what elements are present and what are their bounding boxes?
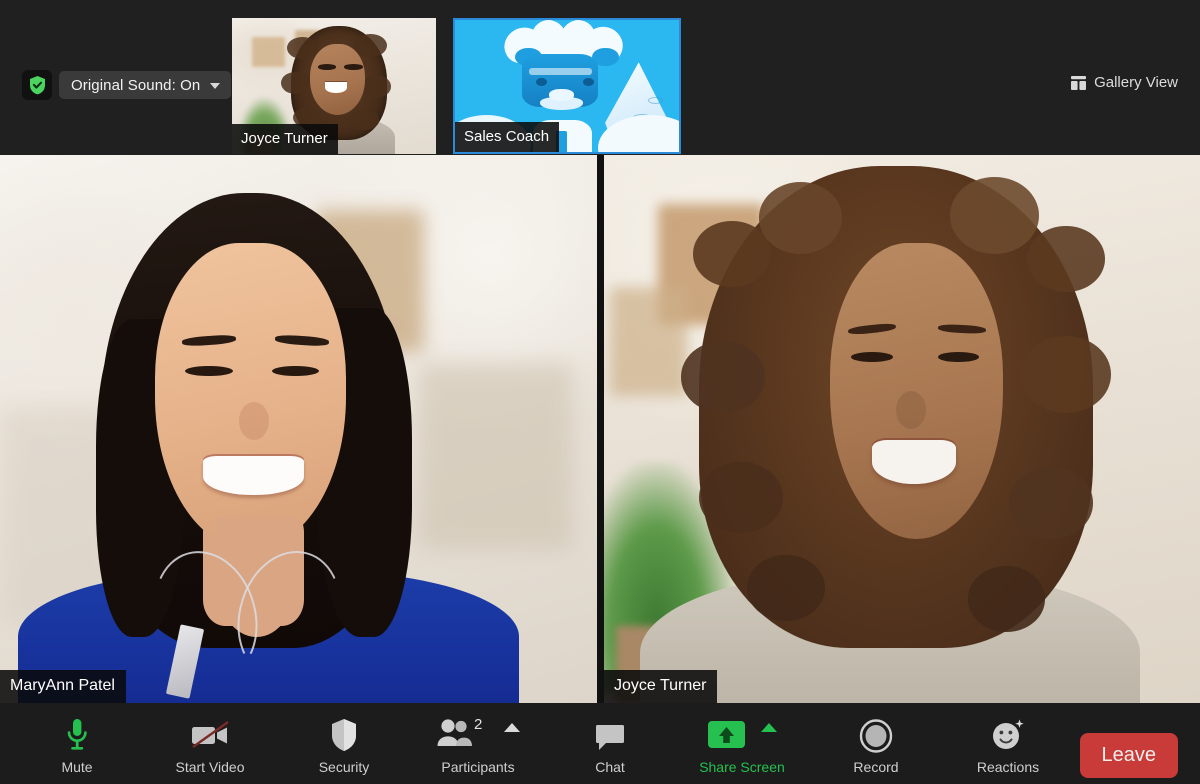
video-tile-maryann-patel[interactable]: MaryAnn Patel	[0, 155, 597, 703]
record-icon	[858, 713, 894, 753]
chat-bubble-icon	[593, 713, 627, 753]
participants-icon: 2	[437, 716, 482, 746]
share-screen-icon	[708, 721, 745, 748]
filmstrip-thumbnail-joyce-turner[interactable]: Joyce Turner	[232, 18, 436, 154]
microphone-icon	[63, 713, 91, 753]
original-sound-pill[interactable]: Original Sound: On	[59, 71, 232, 99]
toolbar-label-start-video: Start Video	[175, 759, 245, 775]
video-tile-joyce-turner[interactable]: Joyce Turner	[604, 155, 1200, 703]
gallery-view-label: Gallery View	[1094, 74, 1178, 91]
toolbar-button-share-screen[interactable]: Share Screen	[682, 713, 802, 775]
tile-name-label: Joyce Turner	[604, 670, 718, 703]
toolbar-button-chat[interactable]: Chat	[550, 713, 670, 775]
filmstrip-thumbnail-sales-coach[interactable]: Sales Coach	[453, 18, 681, 154]
leave-meeting-button[interactable]: Leave	[1079, 733, 1178, 778]
tile-name-label: MaryAnn Patel	[0, 670, 126, 703]
thumbnail-name-label: Joyce Turner	[232, 124, 338, 154]
chevron-up-icon-share-screen[interactable]	[761, 722, 777, 732]
toolbar-label-reactions: Reactions	[976, 759, 1040, 775]
toolbar-label-participants: Participants	[441, 759, 515, 775]
top-filmstrip-bar: Original Sound: On Joyce Turner Sales Co…	[0, 0, 1200, 155]
gallery-view-button[interactable]: Gallery View	[1071, 74, 1178, 91]
thumbnail-name-label: Sales Coach	[455, 122, 560, 152]
toolbar-label-chat: Chat	[595, 759, 625, 775]
caret-down-icon[interactable]	[210, 83, 221, 89]
toolbar-button-mute[interactable]: Mute	[17, 713, 137, 775]
original-sound-control[interactable]: Original Sound: On	[22, 70, 232, 100]
share-screen-icon-group	[707, 713, 777, 753]
original-sound-label: Original Sound: On	[71, 76, 201, 94]
toolbar-button-security[interactable]: Security	[284, 713, 404, 775]
toolbar-button-start-video[interactable]: Start Video	[150, 713, 270, 775]
toolbar-button-participants[interactable]: 2 Participants	[418, 713, 538, 775]
toolbar-label-record: Record	[853, 759, 899, 775]
shield-icon	[329, 713, 359, 753]
participants-icon-group: 2	[436, 713, 520, 753]
chevron-up-icon-participants[interactable]	[504, 722, 520, 732]
toolbar-label-security: Security	[318, 759, 370, 775]
toolbar-label-mute: Mute	[61, 759, 93, 775]
toolbar-button-record[interactable]: Record	[816, 713, 936, 775]
camera-off-icon	[187, 713, 233, 753]
reactions-smiley-icon	[989, 713, 1027, 753]
video-stage: MaryAnn Patel Joyce Turner	[0, 155, 1200, 703]
shield-check-icon	[22, 70, 52, 100]
toolbar-button-reactions[interactable]: Reactions	[948, 713, 1068, 775]
toolbar-label-share-screen: Share Screen	[699, 759, 785, 775]
participants-count: 2	[474, 716, 482, 733]
meeting-toolbar: Mute Start Video Security 2 Participants…	[0, 703, 1200, 784]
grid-view-icon	[1071, 75, 1087, 90]
